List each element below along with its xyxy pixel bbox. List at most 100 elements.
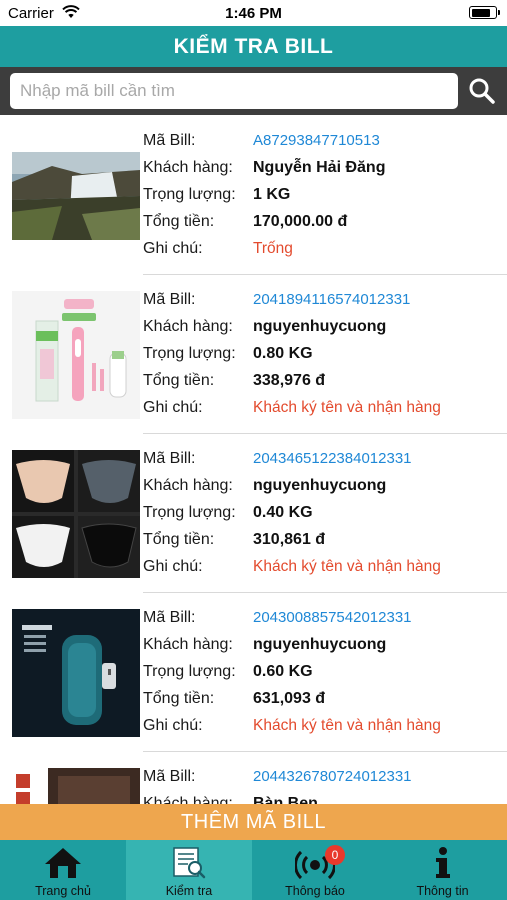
bill-id-label: Mã Bill:: [143, 768, 196, 785]
bill-card[interactable]: Mã Bill: A87293847710513 Khách hàng: Ngu…: [0, 120, 507, 279]
search-bar: [0, 67, 507, 115]
total-row: Tổng tiền: 338,976 đ: [143, 372, 503, 398]
add-bill-button[interactable]: THÊM MÃ BILL: [0, 804, 507, 840]
info-icon: [435, 847, 450, 878]
air-purifier-image: [12, 609, 140, 737]
bill-id[interactable]: 2043008857542012331: [253, 609, 412, 626]
note-row: Ghi chú: Khách ký tên và nhận hàng: [143, 717, 503, 743]
weight-value: 0.80 KG: [253, 345, 313, 362]
search-button[interactable]: [462, 73, 502, 109]
leather-bag-image: [12, 768, 140, 804]
customer-label: Khách hàng:: [143, 477, 233, 494]
weight-value: 0.60 KG: [253, 663, 313, 680]
bill-id-label: Mã Bill:: [143, 291, 196, 308]
notification-badge: 0: [325, 845, 345, 865]
status-bar: Carrier 1:46 PM: [0, 0, 507, 26]
tab-bar: Trang chủ Kiểm tra 0 Thông báo Thông tin: [0, 840, 507, 900]
total-label: Tổng tiền:: [143, 372, 215, 389]
app-header: KIỂM TRA BILL: [0, 26, 507, 67]
tab-kiem-tra[interactable]: Kiểm tra: [126, 840, 252, 900]
weight-label: Trọng lượng:: [143, 345, 236, 362]
tab-notifications-label: Thông báo: [285, 884, 345, 898]
bill-id[interactable]: 2044326780724012331: [253, 768, 412, 785]
bill-thumbnail: [12, 291, 140, 419]
divider: [143, 433, 507, 434]
customer-name: nguyenhuycuong: [253, 318, 387, 335]
bill-id-label: Mã Bill:: [143, 132, 196, 149]
note-label: Ghi chú:: [143, 717, 203, 734]
divider: [143, 592, 507, 593]
customer-name: nguyenhuycuong: [253, 636, 387, 653]
customer-name: nguyenhuycuong: [253, 477, 387, 494]
weight-label: Trọng lượng:: [143, 186, 236, 203]
bill-thumbnail: [12, 152, 140, 280]
customer-label: Khách hàng:: [143, 795, 233, 804]
weight-row: Trọng lượng: 1 KG: [143, 186, 503, 212]
customer-label: Khách hàng:: [143, 636, 233, 653]
note-label: Ghi chú:: [143, 399, 203, 416]
total-row: Tổng tiền: 631,093 đ: [143, 690, 503, 716]
note-label: Ghi chú:: [143, 240, 203, 257]
total-label: Tổng tiền:: [143, 213, 215, 230]
total-row: Tổng tiền: 170,000.00 đ: [143, 213, 503, 239]
total-row: Tổng tiền: 310,861 đ: [143, 531, 503, 557]
note-label: Ghi chú:: [143, 558, 203, 575]
bill-card[interactable]: Mã Bill: 2043008857542012331 Khách hàng:…: [0, 597, 507, 756]
tab-notifications[interactable]: 0 Thông báo: [252, 840, 378, 900]
tab-kiem-tra-label: Kiểm tra: [165, 884, 213, 898]
total-value: 631,093 đ: [253, 690, 326, 707]
bill-card[interactable]: Mã Bill: 2044326780724012331 Khách hàng:…: [0, 756, 507, 804]
bill-id[interactable]: A87293847710513: [253, 132, 380, 149]
note-value: Khách ký tên và nhận hàng: [253, 558, 441, 575]
customer-row: Khách hàng: Nguyễn Hải Đăng: [143, 159, 503, 185]
note-value: Khách ký tên và nhận hàng: [253, 399, 441, 416]
customer-label: Khách hàng:: [143, 318, 233, 335]
underwear-set-image: [12, 450, 140, 578]
total-label: Tổng tiền:: [143, 531, 215, 548]
bill-id-row: Mã Bill: 2043465122384012331: [143, 450, 503, 476]
bill-id-row: Mã Bill: 2041894116574012331: [143, 291, 503, 317]
tab-info[interactable]: Thông tin: [378, 840, 507, 900]
note-value: Trống: [253, 240, 293, 257]
divider: [143, 751, 507, 752]
note-row: Ghi chú: Trống: [143, 240, 503, 266]
status-time: 1:46 PM: [225, 5, 282, 22]
bill-thumbnail: [12, 450, 140, 578]
total-label: Tổng tiền:: [143, 690, 215, 707]
add-bill-label: THÊM MÃ BILL: [181, 811, 326, 833]
bill-id-label: Mã Bill:: [143, 609, 196, 626]
battery-icon: [469, 6, 500, 19]
bill-thumbnail: [12, 609, 140, 737]
bill-id[interactable]: 2043465122384012331: [253, 450, 412, 467]
customer-row: Khách hàng: Bàn Ben: [143, 795, 503, 804]
bill-thumbnail: [12, 768, 140, 804]
total-value: 170,000.00 đ: [253, 213, 348, 230]
search-input[interactable]: [10, 73, 458, 109]
home-icon: [45, 848, 81, 878]
weight-row: Trọng lượng: 0.60 KG: [143, 663, 503, 689]
search-icon: [469, 78, 495, 104]
weight-label: Trọng lượng:: [143, 504, 236, 521]
tab-home[interactable]: Trang chủ: [0, 840, 126, 900]
customer-label: Khách hàng:: [143, 159, 233, 176]
bill-card[interactable]: Mã Bill: 2043465122384012331 Khách hàng:…: [0, 438, 507, 597]
tab-info-label: Thông tin: [416, 884, 469, 898]
note-row: Ghi chú: Khách ký tên và nhận hàng: [143, 558, 503, 584]
bill-id[interactable]: 2041894116574012331: [253, 291, 410, 308]
customer-row: Khách hàng: nguyenhuycuong: [143, 636, 503, 662]
bill-card[interactable]: Mã Bill: 2041894116574012331 Khách hàng:…: [0, 279, 507, 438]
page-title: KIỂM TRA BILL: [173, 35, 334, 58]
divider: [143, 274, 507, 275]
bill-id-row: Mã Bill: 2044326780724012331: [143, 768, 503, 794]
weight-value: 0.40 KG: [253, 504, 313, 521]
bill-id-row: Mã Bill: A87293847710513: [143, 132, 503, 158]
customer-row: Khách hàng: nguyenhuycuong: [143, 318, 503, 344]
customer-name: Nguyễn Hải Đăng: [253, 159, 386, 176]
bill-id-label: Mã Bill:: [143, 450, 196, 467]
customer-name: Bàn Ben: [253, 795, 318, 804]
battery-level: [471, 8, 491, 17]
bill-list: Mã Bill: A87293847710513 Khách hàng: Ngu…: [0, 120, 507, 804]
weight-label: Trọng lượng:: [143, 663, 236, 680]
electric-toothbrush-image: [12, 291, 140, 419]
weight-row: Trọng lượng: 0.80 KG: [143, 345, 503, 371]
